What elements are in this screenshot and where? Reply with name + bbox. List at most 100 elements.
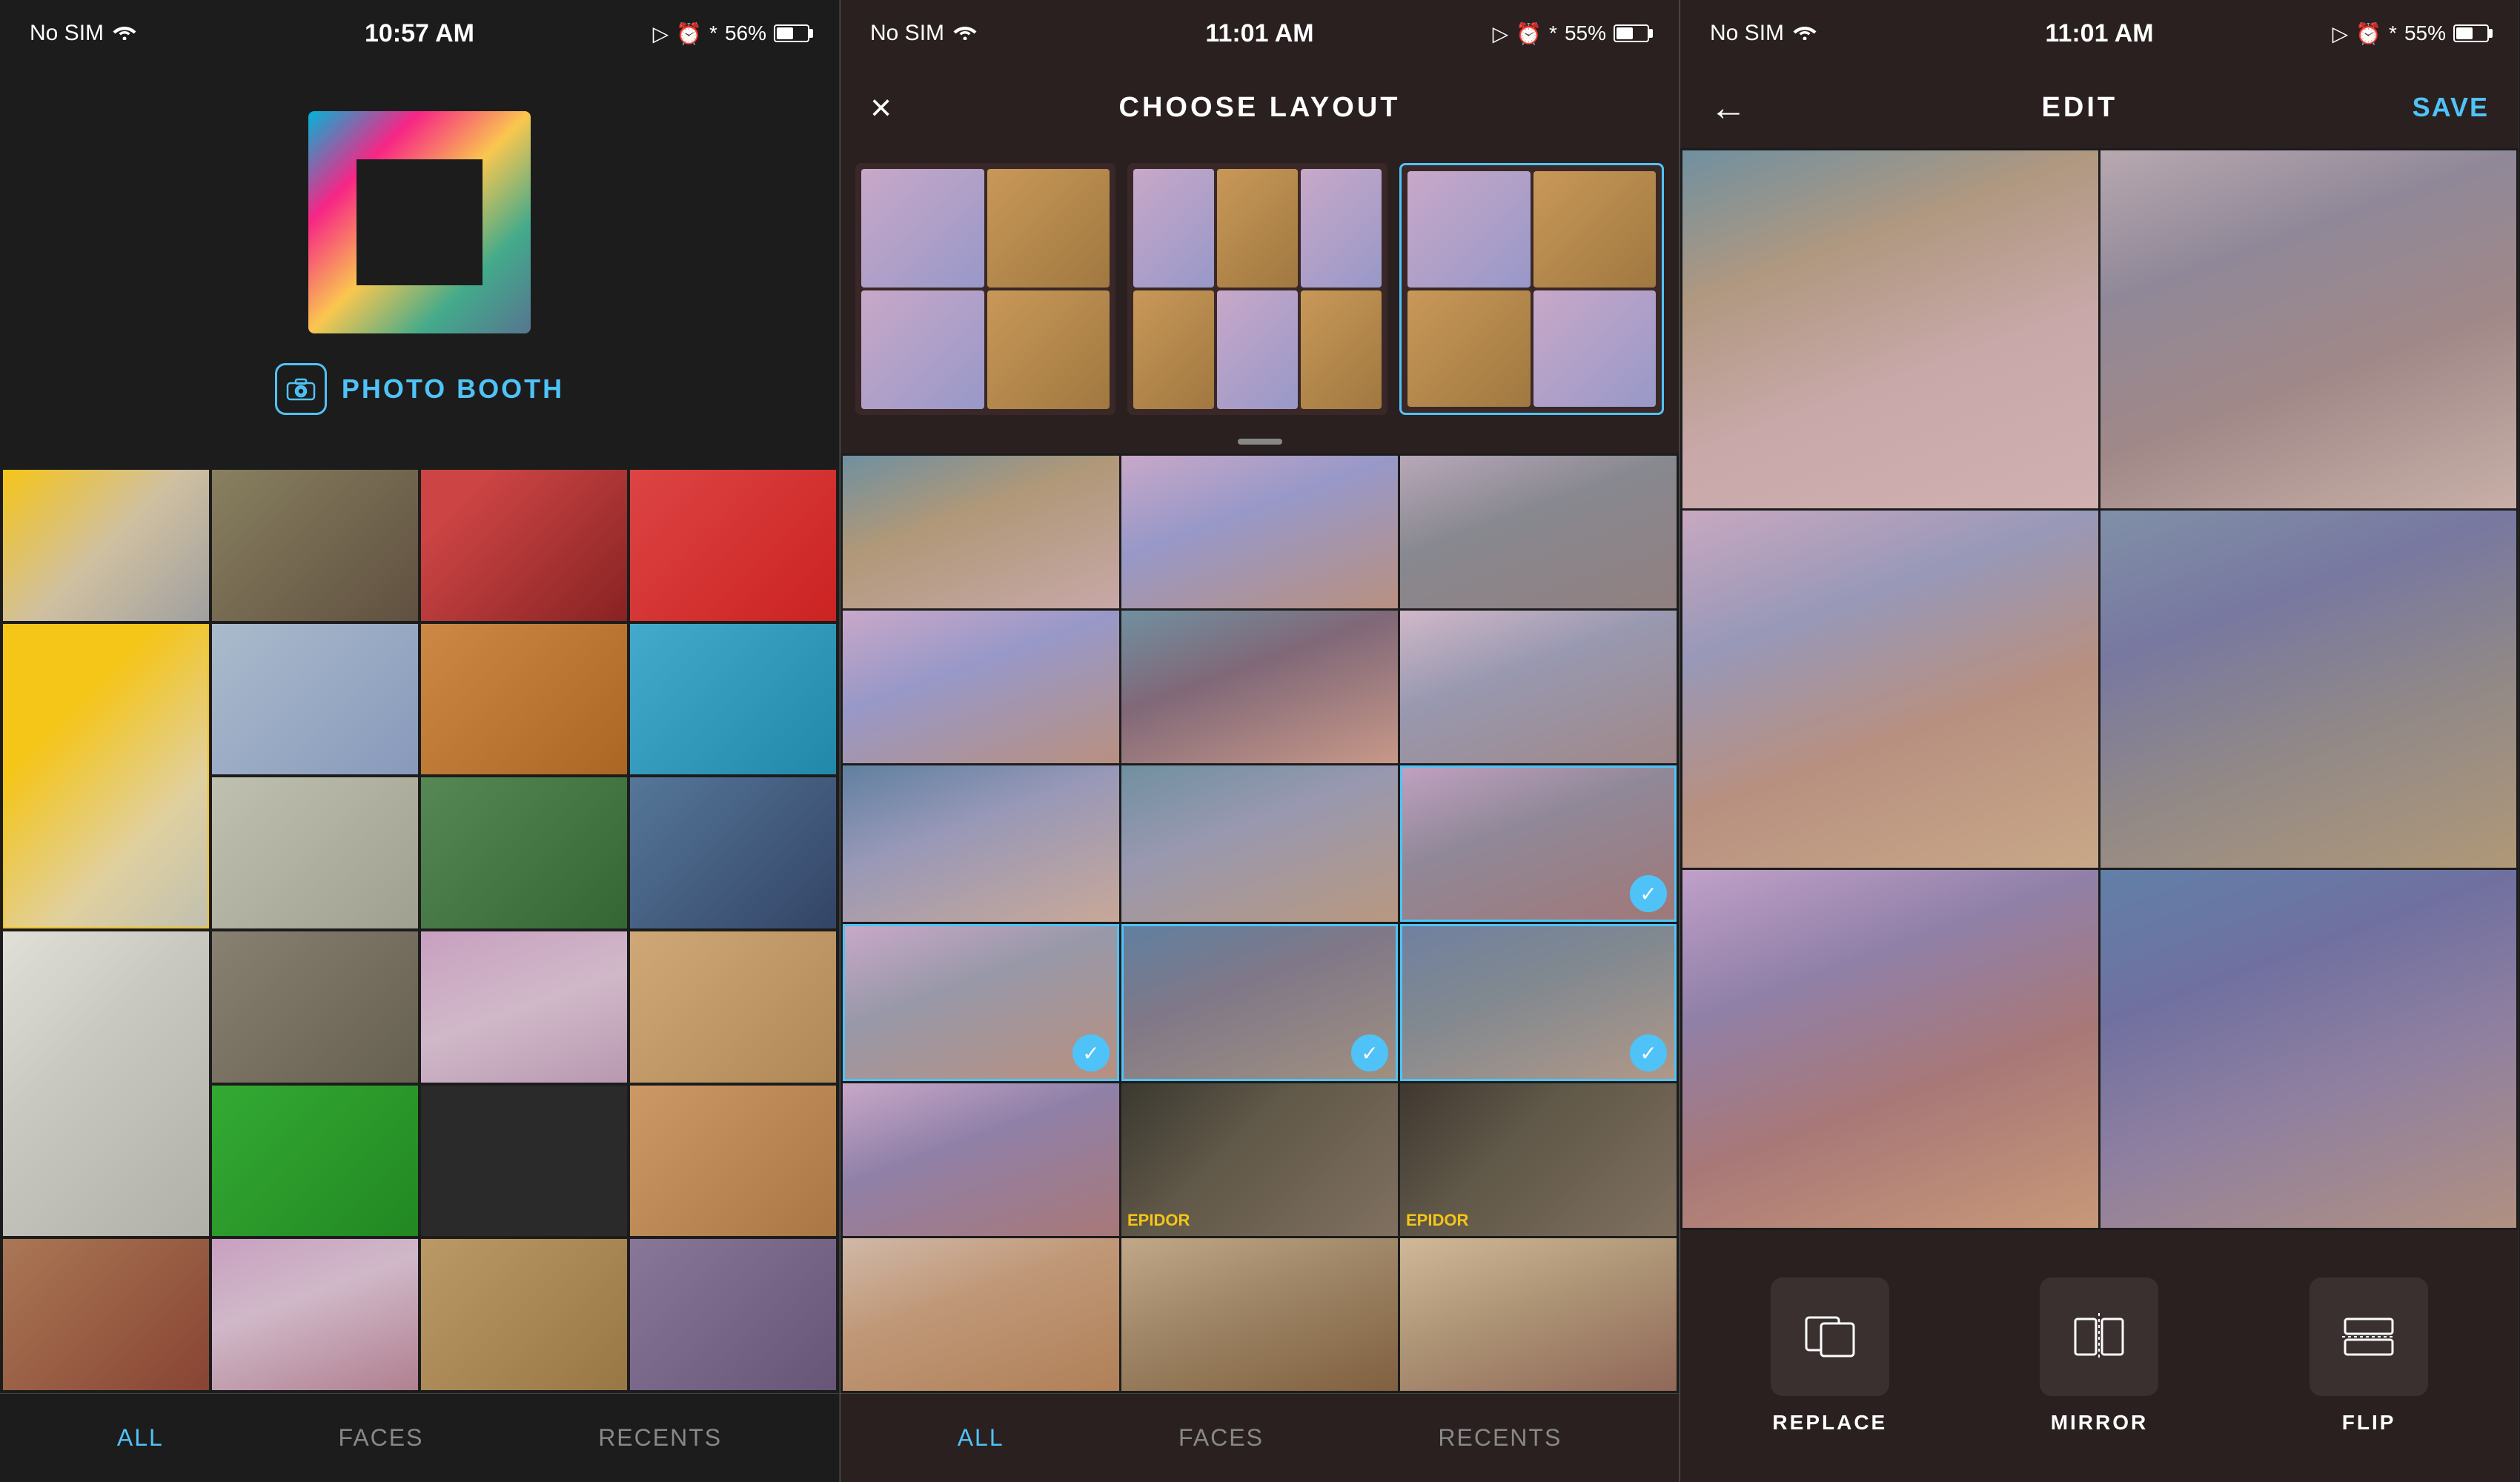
status-bar-3: No SIM 11:01 AM ▷ ⏰ * 55%	[1680, 0, 2519, 67]
selection-checkmark: ✓	[1351, 1034, 1388, 1071]
photo-cell[interactable]	[421, 624, 627, 775]
photo-cell[interactable]	[212, 1239, 418, 1390]
status-icons-1: ▷ ⏰ * 56%	[653, 21, 809, 46]
tab-faces-1[interactable]: FACES	[324, 1417, 439, 1459]
scroll-dot	[1238, 439, 1282, 445]
photo-select-cell-selected[interactable]: ✓	[1400, 924, 1677, 1081]
collage-cell[interactable]	[1682, 870, 2098, 1228]
flip-label: FLIP	[2342, 1411, 2396, 1435]
photo-cell[interactable]	[3, 624, 209, 928]
battery-pct-2: 55%	[1565, 21, 1606, 45]
tab-faces-2[interactable]: FACES	[1164, 1417, 1279, 1459]
photo-select-cell[interactable]	[1121, 611, 1398, 763]
layout-cell	[1301, 290, 1382, 409]
photo-select-cell[interactable]	[1121, 1238, 1398, 1391]
selection-checkmark: ✓	[1072, 1034, 1110, 1071]
edit-tools: REPLACE MIRROR	[1680, 1230, 2519, 1482]
time-3: 11:01 AM	[2045, 19, 2153, 48]
photo-cell[interactable]	[212, 624, 418, 775]
choose-layout-header: × CHOOSE LAYOUT	[840, 67, 1679, 148]
photo-select-cell[interactable]	[843, 456, 1119, 608]
collage-cell[interactable]	[2100, 150, 2516, 508]
back-button[interactable]: ←	[1710, 86, 1747, 129]
alarm-icon-3: ⏰	[2355, 21, 2381, 46]
photo-cell[interactable]	[3, 470, 209, 621]
battery-icon-1	[774, 24, 809, 42]
photo-select-cell[interactable]	[843, 1083, 1119, 1236]
photo-select-cell[interactable]	[843, 1238, 1119, 1391]
photo-cell[interactable]	[630, 470, 836, 621]
photo-cell[interactable]	[212, 470, 418, 621]
photo-cell[interactable]	[3, 1239, 209, 1390]
tab-all-2[interactable]: ALL	[943, 1417, 1019, 1459]
wifi-icon-3	[1793, 21, 1817, 46]
photo-cell[interactable]	[212, 1086, 418, 1237]
carrier-info-1: No SIM	[30, 21, 136, 46]
carrier-info-2: No SIM	[870, 21, 977, 46]
layout-chooser[interactable]	[840, 148, 1679, 430]
logo-inner	[357, 159, 483, 285]
collage-cell[interactable]	[2100, 870, 2516, 1228]
photo-select-cell[interactable]	[1121, 765, 1398, 923]
photo-grid-1[interactable]	[0, 467, 839, 1393]
alarm-icon-1: ⏰	[676, 21, 702, 46]
photo-cell[interactable]	[421, 1239, 627, 1390]
collage-cell[interactable]	[1682, 150, 2098, 508]
photo-select-cell[interactable]	[1400, 1238, 1677, 1391]
tab-all-1[interactable]: ALL	[102, 1417, 179, 1459]
battery-pct-1: 56%	[725, 21, 766, 45]
photo-cell[interactable]	[630, 624, 836, 775]
collage-cell[interactable]	[1682, 511, 2098, 868]
layout-cell	[861, 290, 984, 409]
photo-cell[interactable]	[3, 931, 209, 1236]
layout-option-2[interactable]	[1127, 163, 1387, 415]
photo-select-cell-selected[interactable]: ✓	[1121, 924, 1398, 1081]
camera-row: PHOTO BOOTH	[275, 363, 564, 415]
collage-cell[interactable]	[2100, 511, 2516, 868]
status-bar-1: No SIM 10:57 AM ▷ ⏰ * 56%	[0, 0, 839, 67]
photo-select-cell[interactable]	[1121, 456, 1398, 608]
layout-cell	[987, 290, 1110, 409]
photo-cell[interactable]	[630, 931, 836, 1083]
mirror-tool[interactable]: MIRROR	[2040, 1277, 2158, 1435]
tab-recents-2[interactable]: RECENTS	[1423, 1417, 1576, 1459]
mirror-label: MIRROR	[2051, 1411, 2149, 1435]
location-icon-2: ▷	[1493, 21, 1509, 46]
tab-bar-1: ALL FACES RECENTS	[0, 1393, 839, 1482]
carrier-label-3: No SIM	[1710, 21, 1784, 46]
photo-select-cell[interactable]	[1400, 456, 1677, 608]
phone-screen-3: No SIM 11:01 AM ▷ ⏰ * 55% ← EDIT SAVE	[1680, 0, 2519, 1482]
photo-cell[interactable]	[630, 777, 836, 928]
photo-select-cell[interactable]: EPIDOR	[1400, 1083, 1677, 1236]
header-title-2: CHOOSE LAYOUT	[1119, 92, 1401, 124]
photo-select-cell-selected[interactable]: ✓	[1400, 765, 1677, 923]
photo-cell[interactable]	[212, 777, 418, 928]
photo-cell[interactable]	[630, 1239, 836, 1390]
photo-selection-area[interactable]: ✓ ✓ ✓ ✓ EPIDOR EPIDOR	[840, 453, 1679, 1393]
photo-cell[interactable]	[421, 931, 627, 1083]
save-button[interactable]: SAVE	[2413, 92, 2489, 123]
tab-bar-2: ALL FACES RECENTS	[840, 1393, 1679, 1482]
app-logo	[308, 111, 531, 333]
photo-select-cell[interactable]: EPIDOR	[1121, 1083, 1398, 1236]
photo-select-cell[interactable]	[1400, 611, 1677, 763]
tab-recents-1[interactable]: RECENTS	[583, 1417, 737, 1459]
photo-cell[interactable]	[421, 1086, 627, 1237]
replace-tool[interactable]: REPLACE	[1771, 1277, 1889, 1435]
collage-edit-area[interactable]	[1680, 148, 2519, 1230]
flip-tool[interactable]: FLIP	[2310, 1277, 2428, 1435]
location-icon-1: ▷	[653, 21, 669, 46]
photo-cell[interactable]	[421, 470, 627, 621]
close-button[interactable]: ×	[870, 86, 892, 129]
photo-cell[interactable]	[421, 777, 627, 928]
layout-option-3[interactable]	[1399, 163, 1664, 415]
layout-option-1[interactable]	[855, 163, 1115, 415]
photo-cell[interactable]	[630, 1086, 836, 1237]
photo-select-cell[interactable]	[843, 765, 1119, 923]
photo-select-cell-selected[interactable]: ✓	[843, 924, 1119, 1081]
photo-cell[interactable]	[212, 931, 418, 1083]
photo-select-cell[interactable]	[843, 611, 1119, 763]
carrier-info-3: No SIM	[1710, 21, 1817, 46]
status-icons-3: ▷ ⏰ * 55%	[2332, 21, 2489, 46]
layout-cell	[1407, 171, 1531, 288]
